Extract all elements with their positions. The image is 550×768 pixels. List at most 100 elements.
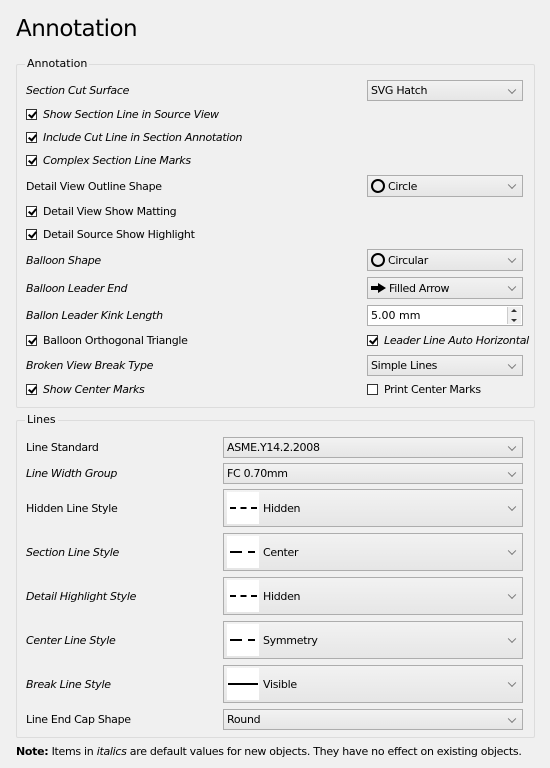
- chevron-down-icon: [507, 468, 517, 477]
- line-width-group-select[interactable]: FC 0.70mm: [223, 463, 523, 484]
- note-italic: italics: [96, 745, 127, 758]
- detail-highlight-style-select[interactable]: Hidden: [223, 577, 523, 615]
- hidden-line-style-select[interactable]: Hidden: [223, 489, 523, 527]
- balloon-kink-length-value: 5.00 mm: [371, 309, 421, 322]
- balloon-shape-value: Circular: [388, 253, 428, 267]
- chevron-down-icon: [507, 502, 517, 512]
- include-cut-line-label: Include Cut Line in Section Annotation: [43, 131, 243, 144]
- balloon-kink-length-label: Ballon Leader Kink Length: [26, 309, 163, 322]
- center-line-swatch: [227, 536, 259, 568]
- lines-group-title: Lines: [25, 413, 58, 426]
- chevron-down-icon: [507, 634, 517, 644]
- checkbox-icon: [26, 384, 37, 395]
- leader-auto-horizontal-checkbox[interactable]: Leader Line Auto Horizontal: [367, 334, 529, 347]
- print-center-marks-label: Print Center Marks: [384, 383, 481, 396]
- show-center-marks-label: Show Center Marks: [43, 383, 145, 396]
- line-end-cap-select[interactable]: Round: [223, 709, 523, 730]
- checkbox-icon: [26, 155, 37, 166]
- detail-view-outline-select[interactable]: Circle: [367, 175, 523, 197]
- symmetry-line-swatch: [227, 624, 259, 656]
- section-line-style-label: Section Line Style: [26, 546, 120, 559]
- circle-icon: [371, 253, 385, 267]
- hidden-line-swatch: [227, 580, 259, 612]
- show-section-line-label: Show Section Line in Source View: [43, 108, 219, 121]
- chevron-down-icon: [507, 85, 517, 94]
- balloon-shape-label: Balloon Shape: [26, 254, 101, 267]
- print-center-marks-checkbox[interactable]: Print Center Marks: [367, 383, 481, 396]
- checkbox-icon: [26, 335, 37, 346]
- balloon-kink-length-spinbox[interactable]: 5.00 mm: [367, 305, 523, 326]
- balloon-shape-select[interactable]: Circular: [367, 249, 523, 271]
- hidden-line-style-value: Hidden: [263, 501, 301, 515]
- line-end-cap-value: Round: [227, 713, 261, 726]
- balloon-leader-end-select[interactable]: Filled Arrow: [367, 277, 523, 299]
- break-line-style-value: Visible: [263, 677, 297, 691]
- visible-line-swatch: [227, 668, 259, 700]
- leader-auto-horizontal-label: Leader Line Auto Horizontal: [384, 334, 529, 347]
- note-text: Note: Items in italics are default value…: [16, 745, 522, 758]
- spin-buttons[interactable]: [507, 307, 521, 324]
- annotation-group-title: Annotation: [25, 57, 90, 70]
- section-cut-surface-label: Section Cut Surface: [26, 84, 130, 97]
- chevron-down-icon: [507, 180, 517, 190]
- chevron-down-icon: [507, 254, 517, 264]
- broken-view-break-value: Simple Lines: [371, 359, 438, 372]
- balloon-orthogonal-label: Balloon Orthogonal Triangle: [43, 334, 188, 347]
- show-center-marks-checkbox[interactable]: Show Center Marks: [26, 383, 145, 396]
- line-end-cap-label: Line End Cap Shape: [26, 713, 131, 726]
- section-line-style-select[interactable]: Center: [223, 533, 523, 571]
- include-cut-line-checkbox[interactable]: Include Cut Line in Section Annotation: [26, 131, 243, 144]
- note-post: are default values for new objects. They…: [126, 745, 522, 758]
- filled-arrow-icon: [371, 283, 386, 293]
- detail-source-highlight-checkbox[interactable]: Detail Source Show Highlight: [26, 228, 195, 241]
- chevron-down-icon: [507, 282, 517, 292]
- detail-view-matting-checkbox[interactable]: Detail View Show Matting: [26, 205, 177, 218]
- checkbox-icon: [367, 335, 378, 346]
- chevron-down-icon: [507, 442, 517, 451]
- spin-down-icon[interactable]: [511, 319, 517, 322]
- line-width-group-label: Line Width Group: [26, 467, 118, 480]
- chevron-down-icon: [507, 590, 517, 600]
- center-line-style-label: Center Line Style: [26, 634, 116, 647]
- checkbox-icon: [26, 206, 37, 217]
- hidden-line-icon: [229, 595, 257, 597]
- symmetry-line-icon: [229, 639, 257, 641]
- section-cut-surface-value: SVG Hatch: [371, 84, 428, 97]
- chevron-down-icon: [507, 360, 517, 369]
- chevron-down-icon: [507, 546, 517, 556]
- show-section-line-checkbox[interactable]: Show Section Line in Source View: [26, 108, 219, 121]
- section-cut-surface-select[interactable]: SVG Hatch: [367, 80, 523, 101]
- visible-line-icon: [228, 683, 258, 685]
- center-line-style-value: Symmetry: [263, 633, 318, 647]
- chevron-down-icon: [507, 678, 517, 688]
- balloon-leader-end-label: Balloon Leader End: [26, 282, 128, 295]
- line-standard-label: Line Standard: [26, 441, 99, 454]
- detail-highlight-style-value: Hidden: [263, 589, 301, 603]
- line-standard-value: ASME.Y14.2.2008: [227, 441, 320, 454]
- note-pre: Items in: [48, 745, 97, 758]
- spin-up-icon[interactable]: [511, 309, 517, 312]
- circle-icon: [371, 179, 385, 193]
- checkbox-icon: [26, 229, 37, 240]
- broken-view-break-label: Broken View Break Type: [26, 359, 154, 372]
- page-title: Annotation: [16, 16, 138, 42]
- detail-highlight-style-label: Detail Highlight Style: [26, 590, 137, 603]
- break-line-style-label: Break Line Style: [26, 678, 111, 691]
- broken-view-break-select[interactable]: Simple Lines: [367, 355, 523, 376]
- complex-section-marks-label: Complex Section Line Marks: [43, 154, 191, 167]
- hidden-line-style-label: Hidden Line Style: [26, 502, 118, 515]
- section-line-style-value: Center: [263, 545, 299, 559]
- checkbox-icon: [26, 132, 37, 143]
- balloon-leader-end-value: Filled Arrow: [389, 281, 450, 295]
- line-width-group-value: FC 0.70mm: [227, 467, 288, 480]
- center-line-icon: [229, 551, 257, 553]
- break-line-style-select[interactable]: Visible: [223, 665, 523, 703]
- hidden-line-swatch: [227, 492, 259, 524]
- center-line-style-select[interactable]: Symmetry: [223, 621, 523, 659]
- detail-source-highlight-label: Detail Source Show Highlight: [43, 228, 195, 241]
- checkbox-icon: [26, 109, 37, 120]
- complex-section-marks-checkbox[interactable]: Complex Section Line Marks: [26, 154, 191, 167]
- balloon-orthogonal-checkbox[interactable]: Balloon Orthogonal Triangle: [26, 334, 188, 347]
- line-standard-select[interactable]: ASME.Y14.2.2008: [223, 437, 523, 458]
- detail-view-outline-label: Detail View Outline Shape: [26, 180, 162, 193]
